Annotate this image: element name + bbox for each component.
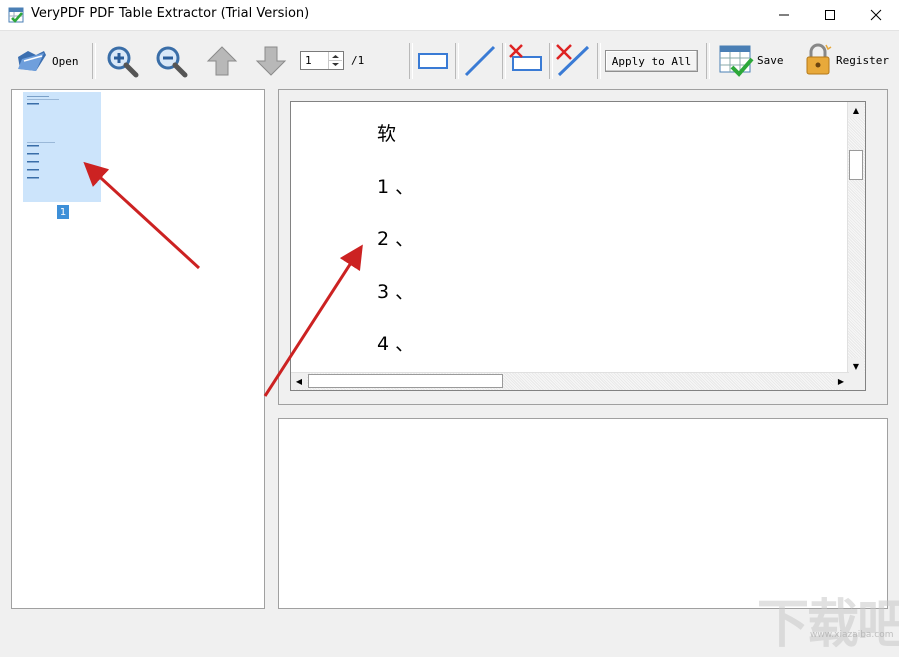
thumbnail-panel: 1 bbox=[11, 89, 265, 609]
scroll-right-arrow[interactable]: ▶ bbox=[833, 373, 849, 389]
document-text-line: 3 、 bbox=[377, 281, 415, 303]
scroll-up-arrow[interactable]: ▲ bbox=[848, 102, 864, 118]
vertical-scroll-thumb[interactable] bbox=[849, 150, 863, 180]
page-number-stepper[interactable]: 1 bbox=[300, 51, 344, 70]
toolbar-separator bbox=[409, 43, 413, 79]
delete-line-icon bbox=[556, 44, 590, 77]
save-table-icon bbox=[719, 45, 754, 77]
result-panel bbox=[278, 418, 888, 609]
document-text-line: 1 、 bbox=[377, 176, 415, 198]
toolbar-separator bbox=[455, 43, 459, 79]
delete-line-button[interactable] bbox=[555, 43, 591, 77]
apply-to-all-button[interactable]: Apply to All bbox=[605, 50, 698, 72]
minimize-button[interactable] bbox=[761, 0, 807, 30]
save-button[interactable]: Save bbox=[718, 43, 784, 77]
open-label: Open bbox=[52, 54, 79, 68]
toolbar-separator bbox=[597, 43, 601, 79]
scroll-left-arrow[interactable]: ◀ bbox=[291, 373, 307, 389]
next-page-button[interactable] bbox=[255, 45, 287, 77]
document-text-line: 2 、 bbox=[377, 228, 415, 250]
previous-page-button[interactable] bbox=[206, 45, 238, 77]
document-text-line: 4 、 bbox=[377, 333, 415, 355]
document-text-line: 软 bbox=[377, 123, 397, 145]
scroll-down-arrow[interactable]: ▼ bbox=[848, 358, 864, 374]
watermark-logo: 下载吧 bbox=[757, 595, 899, 655]
save-label: Save bbox=[757, 53, 784, 67]
register-button[interactable]: Register bbox=[804, 43, 889, 77]
delete-rectangle-button[interactable] bbox=[508, 43, 544, 77]
horizontal-scrollbar[interactable]: ◀ ▶ bbox=[291, 372, 849, 390]
close-button[interactable] bbox=[853, 0, 899, 30]
lock-icon bbox=[806, 43, 832, 75]
stepper-up-down-icon bbox=[329, 55, 342, 66]
zoom-out-icon bbox=[156, 46, 188, 78]
vertical-scrollbar[interactable]: ▲ ▼ bbox=[847, 102, 865, 374]
draw-rectangle-button[interactable] bbox=[417, 51, 449, 71]
thumbnail-page-number: 1 bbox=[57, 205, 69, 219]
arrow-up-icon bbox=[206, 46, 238, 76]
maximize-icon bbox=[825, 10, 835, 20]
scrollbar-corner bbox=[848, 373, 865, 390]
register-label: Register bbox=[836, 53, 889, 67]
app-icon bbox=[8, 7, 24, 27]
toolbar-separator bbox=[549, 43, 553, 79]
rectangle-icon bbox=[418, 53, 448, 69]
delete-rectangle-icon bbox=[509, 44, 542, 71]
thumbnail-preview-icon bbox=[27, 96, 59, 179]
toolbar: Open 1 /1 Apply to All Save Register bbox=[0, 31, 899, 89]
draw-line-button[interactable] bbox=[463, 44, 497, 78]
document-view[interactable]: 软 1 、 2 、 3 、 4 、 ▲ ▼ ◀ ▶ bbox=[290, 101, 866, 391]
minimize-icon bbox=[779, 14, 789, 16]
page-thumbnail[interactable] bbox=[23, 92, 101, 202]
horizontal-scroll-thumb[interactable] bbox=[308, 374, 503, 388]
page-number-value: 1 bbox=[305, 54, 312, 67]
close-icon bbox=[870, 9, 882, 21]
toolbar-separator bbox=[502, 43, 506, 79]
arrow-down-icon bbox=[255, 46, 287, 76]
line-icon bbox=[464, 45, 496, 77]
open-folder-icon bbox=[18, 51, 46, 71]
window-title: VeryPDF PDF Table Extractor (Trial Versi… bbox=[31, 6, 310, 21]
document-panel: 软 1 、 2 、 3 、 4 、 ▲ ▼ ◀ ▶ bbox=[278, 89, 888, 405]
maximize-button[interactable] bbox=[807, 0, 853, 30]
zoom-in-button[interactable] bbox=[105, 44, 139, 78]
stepper-arrows[interactable] bbox=[328, 52, 343, 69]
title-bar: VeryPDF PDF Table Extractor (Trial Versi… bbox=[0, 0, 899, 31]
zoom-in-icon bbox=[107, 46, 139, 78]
page-total: /1 bbox=[351, 54, 365, 67]
toolbar-separator bbox=[92, 43, 96, 79]
zoom-out-button[interactable] bbox=[154, 44, 188, 78]
open-button[interactable]: Open bbox=[14, 47, 79, 75]
toolbar-separator bbox=[706, 43, 710, 79]
watermark-url: www.xiazaiba.com bbox=[810, 630, 894, 640]
